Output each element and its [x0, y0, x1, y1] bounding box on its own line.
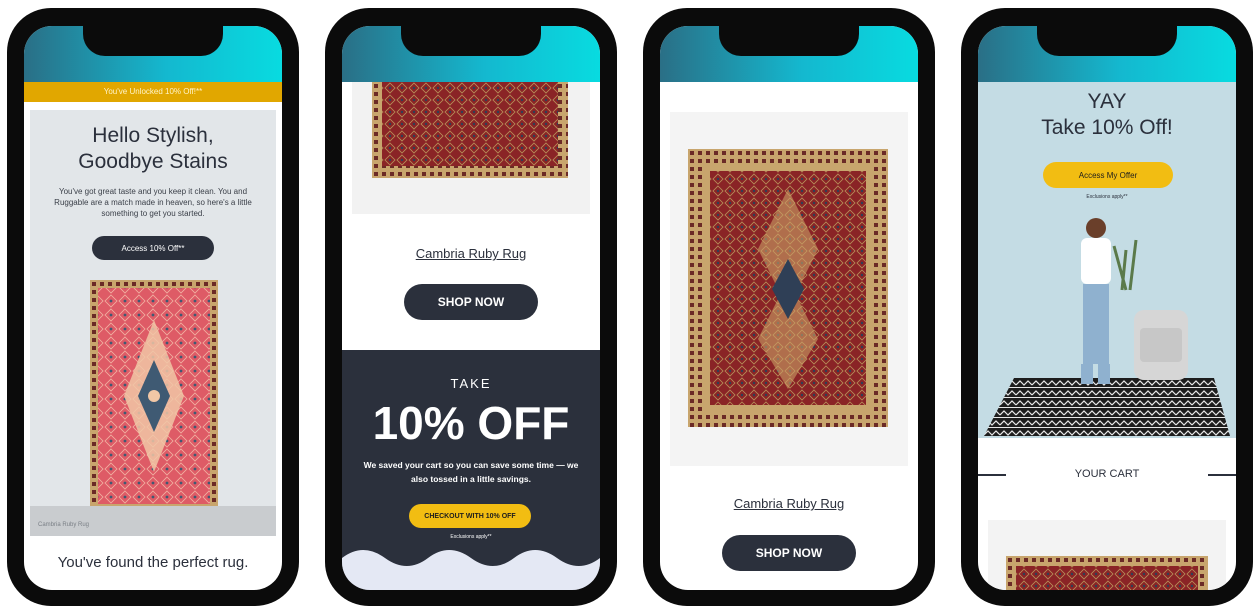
promo-banner[interactable]: You've Unlocked 10% Off!** — [24, 82, 282, 102]
shop-now-button[interactable]: SHOP NOW — [404, 284, 538, 320]
product-image-panel — [352, 82, 590, 214]
phone-notch — [401, 26, 541, 56]
phone-notch — [719, 26, 859, 56]
phone-screen-1: You've Unlocked 10% Off!** Hello Stylish… — [24, 26, 282, 590]
phone-frame-4: YAY Take 10% Off! Access My Offer Exclus… — [961, 8, 1253, 606]
cart-item-panel — [988, 520, 1226, 590]
phone-frame-1: You've Unlocked 10% Off!** Hello Stylish… — [7, 8, 299, 606]
exclusions-note: Exclusions apply** — [1086, 194, 1128, 200]
hero-panel: Hello Stylish, Goodbye Stains You've got… — [30, 110, 276, 536]
exclusions-note: Exclusions apply** — [450, 534, 492, 540]
wave-divider — [342, 550, 600, 590]
rug-caption: Cambria Ruby Rug — [38, 522, 90, 528]
access-my-offer-button[interactable]: Access My Offer — [1043, 162, 1173, 188]
rug-product-image — [372, 82, 568, 178]
hero-body-text: You've got great taste and you keep it c… — [54, 187, 252, 218]
product-name-link[interactable]: Cambria Ruby Rug — [660, 496, 918, 511]
access-offer-button[interactable]: Access 10% Off** — [92, 236, 214, 260]
phone-screen-3: Cambria Ruby Rug SHOP NOW — [660, 26, 918, 590]
offer-body-text: We saved your cart so you can save some … — [363, 460, 579, 484]
take-label: TAKE — [450, 376, 492, 391]
footer-tagline: You've found the perfect rug. — [57, 554, 249, 571]
man-with-chair-image — [984, 218, 1230, 436]
your-cart-heading: YOUR CART — [1074, 468, 1140, 480]
phone-frame-3: Cambria Ruby Rug SHOP NOW — [643, 8, 935, 606]
offer-headline: 10% OFF — [372, 397, 570, 449]
product-image-panel — [670, 112, 908, 466]
shop-now-button[interactable]: SHOP NOW — [722, 535, 856, 571]
yay-headline: YAY — [1087, 90, 1127, 113]
floor — [30, 506, 276, 536]
phone-notch — [1037, 26, 1177, 56]
rug-hold-hands — [92, 274, 216, 284]
phone-notch — [83, 26, 223, 56]
rug-hero-image — [90, 280, 218, 512]
offer-headline: Take 10% Off! — [1041, 116, 1173, 139]
hero-headline-line-1: Hello Stylish, — [92, 124, 214, 147]
product-name-link[interactable]: Cambria Ruby Rug — [342, 246, 600, 261]
phone-screen-4: YAY Take 10% Off! Access My Offer Exclus… — [978, 26, 1236, 590]
phone-screen-2: Cambria Ruby Rug SHOP NOW TAKE 10% OFF W… — [342, 26, 600, 590]
cart-rug-thumbnail — [1006, 556, 1208, 590]
checkout-button[interactable]: CHECKOUT WITH 10% OFF — [409, 504, 531, 528]
hero-panel: YAY Take 10% Off! Access My Offer Exclus… — [978, 82, 1236, 438]
phone-frame-2: Cambria Ruby Rug SHOP NOW TAKE 10% OFF W… — [325, 8, 617, 606]
hero-headline-line-2: Goodbye Stains — [78, 150, 228, 173]
rug-product-image — [688, 149, 888, 427]
